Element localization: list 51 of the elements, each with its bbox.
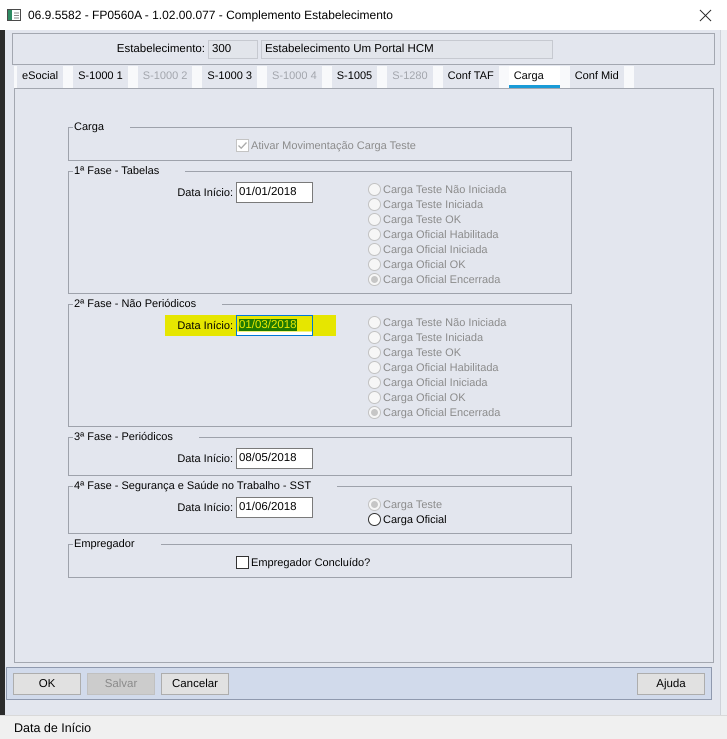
- radio-label: Carga Oficial OK: [383, 392, 466, 404]
- radio-label: Carga Teste Não Iniciada: [383, 184, 506, 196]
- radio-label: Carga Oficial OK: [383, 258, 466, 270]
- date-field[interactable]: 01/06/2018: [236, 497, 313, 518]
- radio-label: Carga Teste Iniciada: [383, 332, 484, 344]
- establishment-label: Estabelecimento:: [116, 43, 205, 55]
- help-button[interactable]: Ajuda: [637, 672, 705, 694]
- checkbox-label: Empregador Concluído?: [251, 556, 370, 568]
- radio-label: Carga Teste OK: [383, 346, 462, 358]
- window-title: 06.9.5582 - FP0560A - 1.02.00.077 - Complemento Estabelecimento: [28, 8, 394, 22]
- group-title: 1ª Fase - Tabelas: [74, 165, 160, 177]
- status-text: Data de Início: [14, 720, 92, 734]
- tab[interactable]: Carga: [508, 66, 560, 88]
- tab[interactable]: Conf TAF: [442, 66, 499, 88]
- app-window-icon: [7, 9, 21, 21]
- date-field[interactable]: 01/01/2018: [236, 182, 313, 203]
- radio-button[interactable]: [368, 513, 381, 526]
- checkbox-label: Ativar Movimentação Carga Teste: [251, 140, 416, 152]
- radio-label: Carga Teste Iniciada: [383, 198, 484, 210]
- tab[interactable]: S-1000 3: [202, 66, 258, 88]
- radio-label: Carga Oficial: [383, 514, 447, 526]
- radio-label: Carga Oficial Encerrada: [383, 406, 500, 418]
- group-title: 2ª Fase - Não Periódicos: [74, 298, 196, 310]
- dialog-button[interactable]: Cancelar: [161, 672, 229, 694]
- group-title: 4ª Fase - Segurança e Saúde no Trabalho - SST: [74, 480, 312, 492]
- radio-label: Carga Oficial Encerrada: [383, 274, 500, 286]
- dialog-button[interactable]: OK: [13, 672, 81, 694]
- date-field[interactable]: 01/03/2018: [236, 315, 313, 336]
- date-label: Data Início:: [177, 320, 233, 332]
- establishment-name-field[interactable]: Estabelecimento Um Portal HCM: [261, 40, 553, 58]
- group-title: 3ª Fase - Periódicos: [74, 431, 173, 443]
- date-label: Data Início:: [177, 502, 233, 514]
- group-title: Empregador: [74, 538, 135, 550]
- date-label: Data Início:: [177, 452, 233, 464]
- checkbox[interactable]: [236, 556, 249, 569]
- establishment-code-field[interactable]: 300: [208, 40, 258, 58]
- radio-label: Carga Oficial Habilitada: [383, 362, 499, 374]
- radio-label: Carga Teste OK: [383, 214, 462, 226]
- tab[interactable]: S-1000 1: [73, 66, 128, 88]
- date-label: Data Início:: [177, 186, 233, 198]
- radio-label: Carga Teste: [383, 498, 442, 510]
- group-title: Carga: [74, 121, 104, 133]
- date-field[interactable]: 08/05/2018: [236, 448, 313, 469]
- tab[interactable]: S-1005: [332, 66, 378, 88]
- radio-label: Carga Oficial Iniciada: [383, 244, 488, 256]
- close-icon[interactable]: [699, 8, 712, 22]
- tab[interactable]: eSocial: [17, 66, 64, 88]
- radio-label: Carga Oficial Habilitada: [383, 228, 499, 240]
- tab[interactable]: Conf Mid: [570, 66, 624, 88]
- radio-label: Carga Teste Não Iniciada: [383, 316, 506, 328]
- radio-label: Carga Oficial Iniciada: [383, 376, 488, 388]
